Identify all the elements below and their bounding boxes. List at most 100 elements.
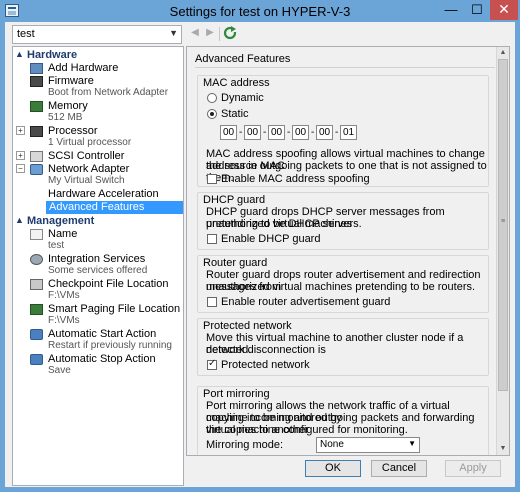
toolbar-separator — [219, 27, 220, 41]
integration-services-detail: Some services offered — [48, 265, 148, 276]
name-icon — [30, 229, 43, 240]
collapse-minus-icon[interactable]: − — [16, 164, 25, 173]
forward-arrow-icon[interactable]: ▶ — [204, 27, 216, 41]
tree-item-smart-paging-file-location[interactable]: Smart Paging File Location — [13, 303, 183, 316]
panel-scrollbar[interactable]: ▲ ≡ ▼ — [496, 47, 509, 455]
protected-network-group: Protected network Move this virtual mach… — [197, 318, 489, 376]
mac-separator: - — [311, 127, 315, 138]
title-bar[interactable]: Settings for test on HYPER-V-3 — ☐ ✕ — [0, 0, 520, 22]
maximize-button[interactable]: ☐ — [464, 0, 490, 20]
mac-octet-3[interactable]: 00 — [268, 125, 285, 140]
smart-paging-location-detail: F:\VMs — [48, 315, 80, 326]
mac-separator: - — [239, 127, 243, 138]
tree-item-name[interactable]: Name — [13, 228, 183, 241]
mirroring-mode-value: None — [320, 439, 344, 450]
tree-item-checkpoint-file-location[interactable]: Checkpoint File Location — [13, 278, 183, 291]
dhcp-guard-description-line-2: pretending to be DHCP servers. — [206, 218, 362, 230]
port-mirroring-description-line-3: virtual machine configured for monitorin… — [206, 424, 408, 436]
mac-spoofing-checkbox[interactable] — [207, 174, 217, 184]
tree-item-scsi-controller[interactable]: + SCSI Controller — [13, 150, 183, 163]
mac-separator: - — [287, 127, 291, 138]
dhcp-guard-group: DHCP guard DHCP guard drops DHCP server … — [197, 192, 489, 250]
mac-address-group: MAC address Dynamic Static 00 - 00 - 00 … — [197, 75, 489, 187]
mac-spoofing-label: Enable MAC address spoofing — [221, 173, 370, 185]
protected-network-label: Protected network — [221, 359, 310, 371]
smart-paging-icon — [30, 304, 43, 315]
collapse-caret-icon: ▲ — [15, 49, 24, 59]
advanced-features-panel: Advanced Features MAC address Dynamic St… — [186, 46, 510, 456]
integration-services-icon — [30, 254, 43, 265]
name-detail: test — [48, 240, 65, 251]
automatic-stop-detail: Save — [48, 365, 71, 376]
settings-window: Settings for test on HYPER-V-3 — ☐ ✕ tes… — [0, 0, 520, 492]
window-client-area: test ▼ ◀ ▶ ▲ Hardware Add Hardware Firmw… — [5, 22, 515, 487]
mac-octet-6[interactable]: 01 — [340, 125, 357, 140]
router-guard-group-title: Router guard — [203, 257, 268, 269]
mac-octet-4[interactable]: 00 — [292, 125, 309, 140]
vm-selector-value: test — [17, 28, 35, 40]
router-guard-label: Enable router advertisement guard — [221, 296, 391, 308]
processor-detail: 1 Virtual processor — [48, 137, 132, 148]
management-section-header[interactable]: ▲ Management — [13, 215, 183, 229]
mac-octet-1[interactable]: 00 — [220, 125, 237, 140]
scsi-controller-icon — [30, 151, 43, 162]
scrollbar-grip: ≡ — [501, 218, 506, 225]
hardware-section-header[interactable]: ▲ Hardware — [13, 49, 183, 63]
firmware-chip-icon — [30, 76, 43, 87]
router-guard-description-line-2: unauthorized virtual machines pretending… — [206, 281, 476, 293]
expand-plus-icon[interactable]: + — [16, 151, 25, 160]
port-mirroring-group-title: Port mirroring — [203, 388, 270, 400]
ok-button[interactable]: OK — [305, 460, 361, 477]
add-hardware-icon — [30, 63, 43, 74]
mac-octet-5[interactable]: 00 — [316, 125, 333, 140]
dhcp-guard-label: Enable DHCP guard — [221, 233, 321, 245]
chevron-down-icon: ▼ — [169, 28, 178, 38]
network-adapter-icon — [30, 164, 43, 175]
collapse-caret-icon: ▲ — [15, 215, 24, 225]
close-button[interactable]: ✕ — [490, 0, 518, 20]
memory-icon — [30, 101, 43, 112]
static-mac-label: Static — [221, 108, 249, 120]
scroll-up-arrow-icon[interactable]: ▲ — [497, 47, 509, 59]
tree-item-automatic-stop-action[interactable]: Automatic Stop Action — [13, 353, 183, 366]
automatic-start-detail: Restart if previously running — [48, 340, 172, 351]
scroll-down-arrow-icon[interactable]: ▼ — [497, 443, 509, 455]
memory-detail: 512 MB — [48, 112, 83, 123]
port-mirroring-group: Port mirroring Port mirroring allows the… — [197, 386, 489, 455]
apply-button[interactable]: Apply — [445, 460, 501, 477]
chevron-down-icon: ▼ — [408, 439, 416, 448]
minimize-button[interactable]: — — [438, 0, 464, 20]
expand-plus-icon[interactable]: + — [16, 126, 25, 135]
automatic-stop-icon — [30, 354, 43, 365]
back-arrow-icon[interactable]: ◀ — [189, 27, 201, 41]
mirroring-mode-select[interactable]: None ▼ — [316, 437, 420, 453]
protected-network-description-line-2: detected. — [206, 344, 252, 356]
refresh-icon[interactable] — [223, 26, 237, 40]
processor-icon — [30, 126, 43, 137]
cancel-button[interactable]: Cancel — [371, 460, 427, 477]
dynamic-mac-radio[interactable] — [207, 93, 217, 103]
tree-item-advanced-features[interactable]: Advanced Features — [46, 201, 183, 214]
tree-item-hardware-acceleration[interactable]: Hardware Acceleration — [13, 188, 183, 201]
dynamic-mac-label: Dynamic — [221, 92, 264, 104]
mac-octet-2[interactable]: 00 — [244, 125, 261, 140]
mac-address-group-title: MAC address — [203, 77, 270, 89]
mac-separator: - — [263, 127, 267, 138]
static-mac-radio[interactable] — [207, 109, 217, 119]
checkpoint-icon — [30, 279, 43, 290]
dhcp-guard-checkbox[interactable] — [207, 234, 217, 244]
network-adapter-detail: My Virtual Switch — [48, 175, 125, 186]
dhcp-guard-group-title: DHCP guard — [203, 194, 266, 206]
scrollbar-thumb[interactable]: ≡ — [498, 59, 508, 391]
router-guard-checkbox[interactable] — [207, 297, 217, 307]
panel-title-divider — [195, 67, 495, 68]
tree-item-memory[interactable]: Memory — [13, 100, 183, 113]
vm-selector-dropdown[interactable]: test ▼ — [12, 25, 182, 44]
panel-title: Advanced Features — [195, 53, 291, 65]
protected-network-checkbox[interactable] — [207, 358, 217, 370]
router-guard-group: Router guard Router guard drops router a… — [197, 255, 489, 313]
checkpoint-location-detail: F:\VMs — [48, 290, 80, 301]
tree-item-add-hardware[interactable]: Add Hardware — [13, 62, 183, 75]
firmware-detail: Boot from Network Adapter — [48, 87, 169, 98]
protected-network-group-title: Protected network — [203, 320, 292, 332]
